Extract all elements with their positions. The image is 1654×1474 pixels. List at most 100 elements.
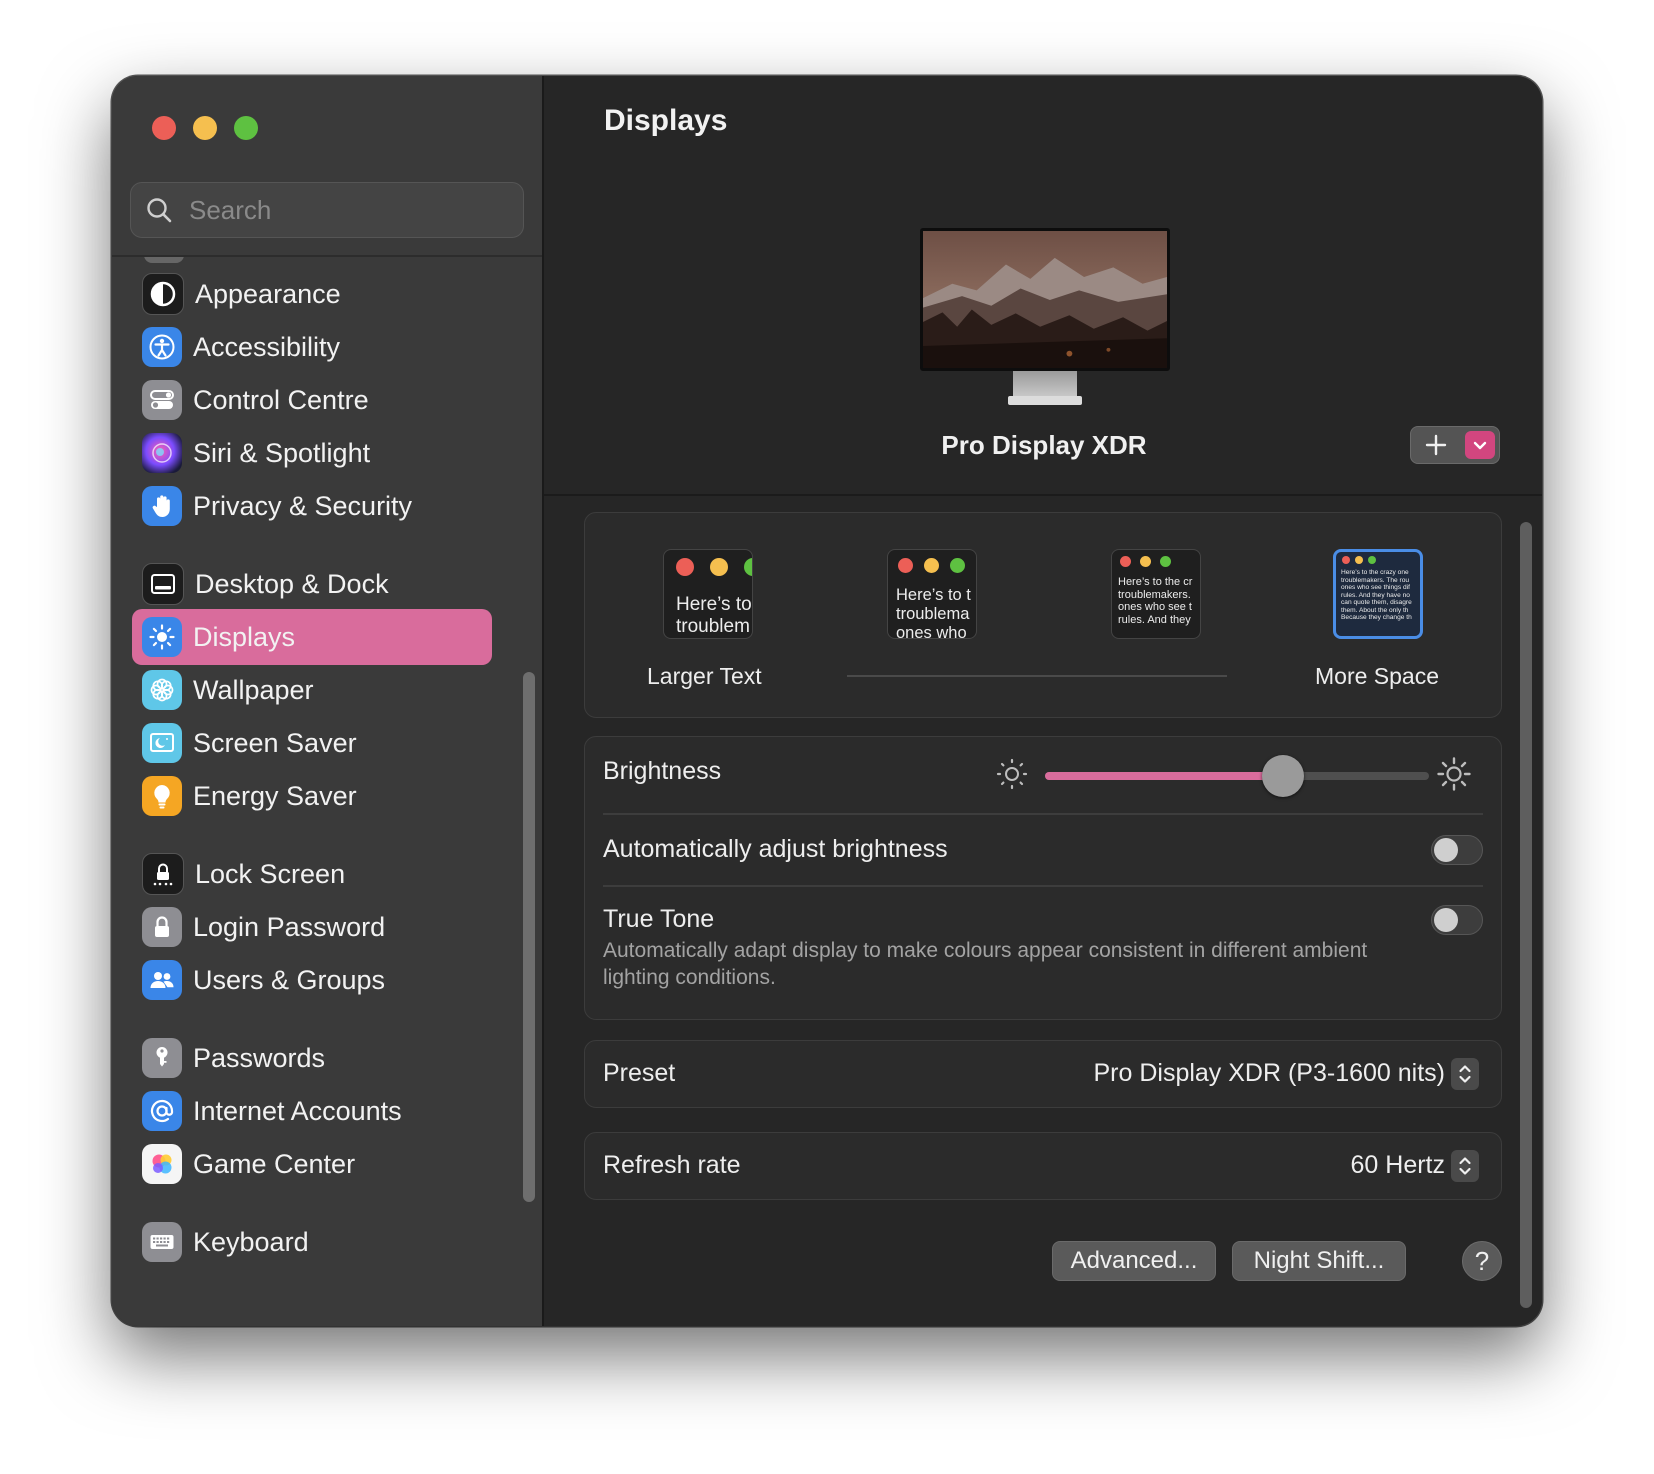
close-button[interactable] — [152, 116, 176, 140]
toggle-knob — [1434, 908, 1458, 932]
sidebar-item-wallpaper[interactable]: Wallpaper — [132, 662, 492, 718]
sidebar-scrollbar[interactable] — [523, 672, 535, 1202]
padlock-icon — [142, 907, 182, 947]
sidebar-item-keyboard[interactable]: Keyboard — [132, 1214, 492, 1270]
brightness-card: Brightness Automatically adjust brightne… — [584, 736, 1502, 1020]
resolution-option-3[interactable]: Here’s to the cr troublemakers. ones who… — [1111, 549, 1201, 639]
up-down-chevron-icon — [1459, 1065, 1471, 1083]
search-field[interactable] — [130, 182, 524, 238]
sidebar-item-label: Appearance — [195, 278, 341, 309]
preview-text: Here’s to t troublema ones who — [896, 586, 971, 639]
auto-brightness-toggle[interactable] — [1431, 835, 1483, 865]
plus-icon — [1425, 434, 1447, 456]
sidebar-item-label: Privacy & Security — [193, 490, 413, 521]
wallpaper-flower-icon — [142, 670, 182, 710]
advanced-button[interactable]: Advanced... — [1052, 1241, 1216, 1281]
sidebar-item-desktop-dock[interactable]: Desktop & Dock — [132, 556, 492, 612]
preset-row: Preset Pro Display XDR (P3-1600 nits) — [584, 1040, 1502, 1108]
sidebar-item-label: Keyboard — [193, 1226, 309, 1257]
minimize-button[interactable] — [193, 116, 217, 140]
refresh-rate-row: Refresh rate 60 Hertz — [584, 1132, 1502, 1200]
sidebar-item-label: Users & Groups — [193, 964, 386, 995]
sidebar-item-label: Accessibility — [193, 331, 341, 362]
displays-sun-icon — [142, 617, 182, 657]
resolution-option-more-space[interactable]: Here’s to the crazy one troublemakers. T… — [1333, 549, 1423, 639]
hand-icon — [142, 486, 182, 526]
sidebar-item-control-centre[interactable]: Control Centre — [132, 372, 492, 428]
preset-label: Preset — [603, 1059, 676, 1087]
main-pane: Displays Pro Display XDR Here’s to troub… — [544, 76, 1542, 1326]
night-shift-button[interactable]: Night Shift... — [1232, 1241, 1406, 1281]
preview-text: Here’s to the cr troublemakers. ones who… — [1118, 576, 1193, 626]
sidebar-item-label: Siri & Spotlight — [193, 437, 371, 468]
preset-value[interactable]: Pro Display XDR (P3-1600 nits) — [1093, 1059, 1445, 1088]
at-sign-icon — [142, 1091, 182, 1131]
monitor-screen-wallpaper — [920, 228, 1170, 371]
sidebar-item-label: Internet Accounts — [193, 1095, 402, 1126]
control-centre-icon — [142, 380, 182, 420]
monitor-stand-base — [1008, 396, 1082, 405]
users-icon — [142, 960, 182, 1000]
sidebar-item-label: Lock Screen — [195, 858, 346, 889]
true-tone-toggle[interactable] — [1431, 905, 1483, 935]
search-input[interactable] — [187, 193, 511, 227]
preview-minimize-dot — [924, 558, 939, 573]
chevron-down-icon — [1473, 441, 1487, 450]
refresh-rate-value[interactable]: 60 Hertz — [1351, 1151, 1445, 1180]
preview-close-dot — [898, 558, 913, 573]
sidebar-item-screen-saver[interactable]: Screen Saver — [132, 715, 492, 771]
resolution-option-larger-text[interactable]: Here’s to troublem — [663, 549, 753, 639]
brightness-slider-knob[interactable] — [1262, 755, 1305, 797]
key-icon — [142, 1038, 182, 1078]
add-display-button[interactable] — [1421, 431, 1451, 459]
preview-minimize-dot — [1140, 556, 1151, 567]
sidebar-item-internet-accounts[interactable]: Internet Accounts — [132, 1083, 492, 1139]
sidebar-list: Appearance Accessibility Control Centre … — [112, 257, 542, 1326]
lock-screen-icon — [142, 853, 184, 895]
add-display-dropdown[interactable] — [1465, 431, 1495, 459]
zoom-button[interactable] — [234, 116, 258, 140]
sidebar-item-privacy-security[interactable]: Privacy & Security — [132, 478, 492, 534]
sidebar-item-accessibility[interactable]: Accessibility — [132, 319, 492, 375]
preview-zoom-dot — [1368, 556, 1376, 564]
display-name: Pro Display XDR — [941, 430, 1147, 460]
up-down-chevron-icon — [1459, 1157, 1471, 1175]
sidebar-item-game-center[interactable]: Game Center — [132, 1136, 492, 1192]
brightness-label: Brightness — [603, 757, 722, 785]
preview-close-dot — [1342, 556, 1350, 564]
main-scrollbar[interactable] — [1520, 522, 1532, 1308]
game-center-icon — [142, 1144, 182, 1184]
preview-zoom-dot — [1160, 556, 1171, 567]
sidebar-item-label: Screen Saver — [193, 727, 357, 758]
sidebar-item-label: Energy Saver — [193, 780, 357, 811]
lightbulb-icon — [142, 776, 182, 816]
sidebar-item-lock-screen[interactable]: Lock Screen — [132, 846, 492, 902]
brightness-slider[interactable] — [1045, 755, 1429, 797]
preview-text: Here’s to troublem — [676, 594, 752, 637]
resolution-scale-track — [847, 675, 1227, 677]
sidebar-item-login-password[interactable]: Login Password — [132, 899, 492, 955]
toggle-knob — [1434, 838, 1458, 862]
preview-minimize-dot — [1355, 556, 1363, 564]
brightness-slider-fill — [1045, 772, 1284, 780]
preview-zoom-dot — [950, 558, 965, 573]
sidebar-item-users-groups[interactable]: Users & Groups — [132, 952, 492, 1008]
sidebar-item-passwords[interactable]: Passwords — [132, 1030, 492, 1086]
sidebar: Appearance Accessibility Control Centre … — [112, 76, 544, 1326]
preview-close-dot — [676, 558, 694, 576]
row-separator — [603, 885, 1483, 887]
preset-popup-button[interactable] — [1451, 1058, 1479, 1090]
display-arrangement-monitor[interactable] — [920, 228, 1170, 408]
resolution-option-2[interactable]: Here’s to t troublema ones who — [887, 549, 977, 639]
sidebar-item-label: Game Center — [193, 1148, 356, 1179]
help-button[interactable]: ? — [1462, 1241, 1502, 1281]
sidebar-item-label: Desktop & Dock — [195, 568, 389, 599]
sidebar-item-siri-spotlight[interactable]: Siri & Spotlight — [132, 425, 492, 481]
sidebar-item-energy-saver[interactable]: Energy Saver — [132, 768, 492, 824]
sidebar-item-displays[interactable]: Displays — [132, 609, 492, 665]
refresh-rate-popup-button[interactable] — [1451, 1150, 1479, 1182]
sidebar-item-label: Passwords — [193, 1042, 326, 1073]
sidebar-item-appearance[interactable]: Appearance — [132, 266, 492, 322]
add-display-control — [1410, 426, 1500, 464]
brightness-low-icon — [996, 758, 1028, 790]
